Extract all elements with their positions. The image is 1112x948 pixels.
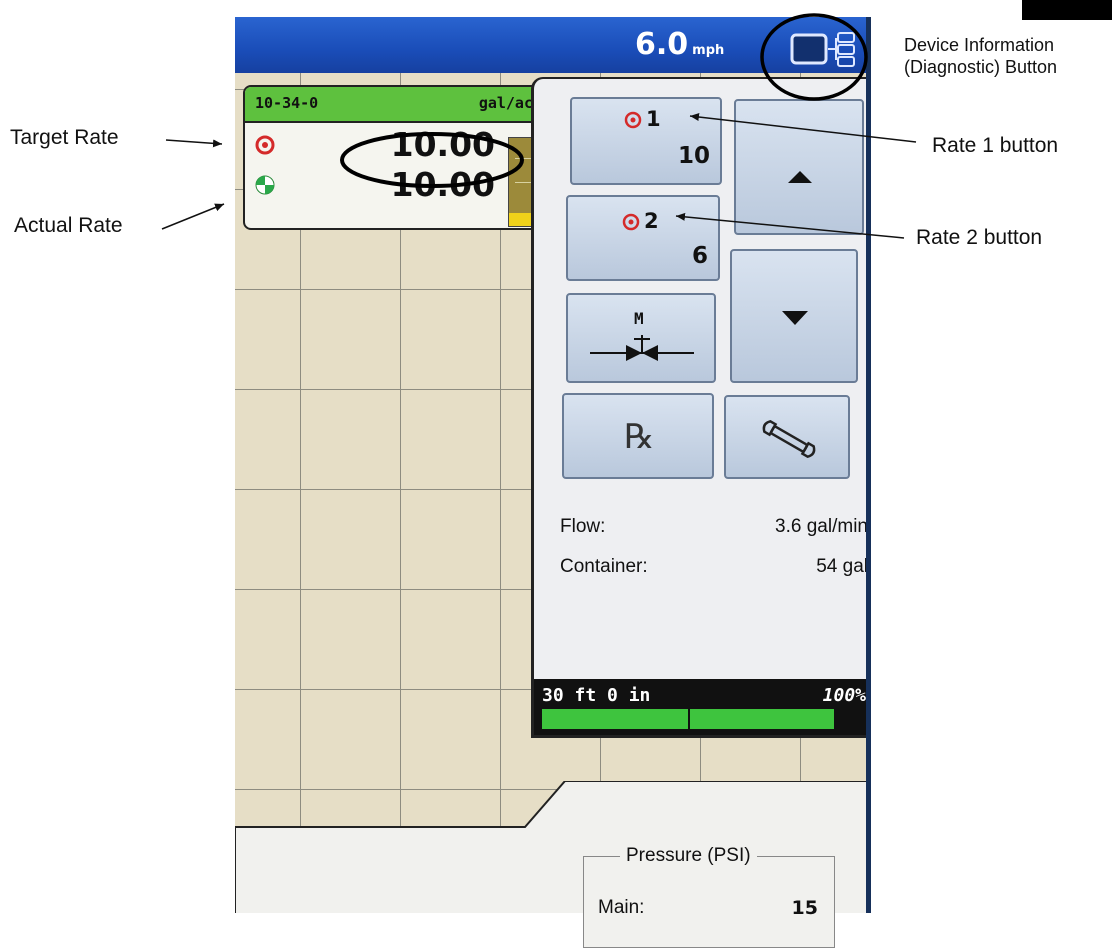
container-label: Container:	[560, 556, 648, 577]
product-bar: 10-34-0 gal/ac	[245, 87, 545, 123]
target-icon	[624, 111, 642, 129]
actual-rate-value: 10.00	[390, 165, 495, 204]
container-value: 54 gal	[816, 556, 868, 577]
actual-rate-arrow	[161, 203, 225, 230]
pressure-main-value: 15	[791, 897, 818, 919]
manual-valve-button[interactable]: M	[566, 293, 716, 383]
pressure-title: Pressure (PSI)	[620, 845, 757, 867]
wrench-icon	[762, 419, 816, 459]
pressure-panel: Pressure (PSI) Main: 15	[583, 845, 835, 948]
rate-1-button[interactable]: 1 10	[570, 97, 722, 185]
product-name: 10-34-0	[255, 94, 319, 112]
arrow-up-icon	[788, 171, 812, 183]
rate-decrease-button[interactable]	[730, 249, 858, 383]
settings-wrench-button[interactable]	[724, 395, 850, 479]
implement-width-strip: 30 ft 0 in 100%	[534, 679, 869, 735]
rate-2-button[interactable]: 2 6	[566, 195, 720, 281]
actual-rate-callout: Actual Rate	[14, 214, 123, 237]
prescription-button[interactable]: ℞	[562, 393, 714, 479]
rate-2-number: 2	[644, 209, 659, 233]
device-info-callout-line1: Device Information	[904, 35, 1055, 55]
valve-icon	[590, 335, 694, 361]
product-unit: gal/ac	[478, 94, 533, 112]
target-rate-arrow	[165, 139, 223, 148]
section-divider	[688, 709, 690, 729]
rate-1-callout: Rate 1 button	[932, 134, 1059, 157]
speed-value: 6.0	[635, 27, 689, 62]
arrow-down-icon	[782, 311, 808, 325]
screen-bezel	[866, 17, 871, 913]
target-rate-value: 10.00	[390, 125, 495, 164]
rate-card[interactable]: 10-34-0 gal/ac 10.00 10.00	[243, 85, 547, 230]
rate-2-value: 6	[691, 243, 708, 269]
section-percent: 100%	[822, 685, 866, 706]
target-rate-callout: Target Rate	[10, 126, 119, 149]
device-info-callout-line2: (Diagnostic) Button	[904, 57, 1058, 77]
rate-1-value: 10	[677, 143, 710, 169]
rate-1-number: 1	[646, 107, 661, 131]
device-info-icon	[790, 32, 855, 67]
control-panel: 1 10 2 6 M ℞ Flow: 3.6 gal/min Container…	[531, 77, 869, 738]
actual-rate-icon	[255, 175, 275, 195]
pressure-main-label: Main:	[598, 897, 645, 918]
target-rate-icon	[255, 135, 275, 155]
device-information-button[interactable]	[788, 29, 866, 69]
corner-block	[1022, 0, 1112, 20]
target-icon	[622, 213, 640, 231]
flow-label: Flow:	[560, 516, 606, 537]
implement-width: 30 ft 0 in	[542, 685, 651, 706]
flow-value: 3.6 gal/min	[775, 516, 868, 537]
device-screen: 6.0 mph 10-34-0 gal/ac 10.00 10.00 1 10 …	[235, 17, 869, 913]
status-bar: 6.0 mph	[235, 17, 869, 73]
rate-2-callout: Rate 2 button	[916, 226, 1043, 249]
speed-readout: 6.0 mph	[635, 27, 753, 67]
speed-unit: mph	[692, 43, 725, 58]
rate-increase-button[interactable]	[734, 99, 864, 235]
prescription-icon: ℞	[624, 417, 655, 457]
